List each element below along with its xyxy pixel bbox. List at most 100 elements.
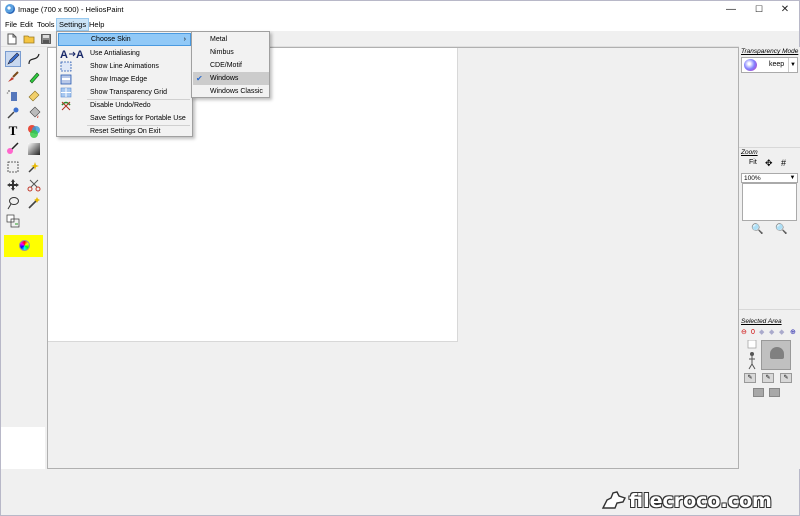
skin-option-nimbus[interactable]: Nimbus	[193, 46, 269, 59]
new-file-icon[interactable]	[6, 33, 18, 45]
remove-selection-icon[interactable]: ⊖	[741, 327, 747, 339]
selection-secondary-buttons	[753, 388, 785, 398]
edit-selection-icon[interactable]: ✎	[744, 373, 756, 383]
fit-zoom-icon[interactable]: Fit	[749, 157, 757, 169]
menu-item-choose-skin[interactable]: Choose Skin ›	[58, 33, 191, 46]
skin-option-label: Nimbus	[210, 49, 234, 56]
selection-count: 0	[751, 329, 755, 336]
divider	[739, 147, 800, 148]
menu-item-show-image-edge[interactable]: Show Image Edge	[58, 73, 191, 86]
pencil-tool-icon[interactable]	[5, 51, 21, 67]
menu-item-disable-undo-redo[interactable]: Disable Undo/Redo	[58, 99, 191, 112]
selection-button[interactable]	[753, 388, 764, 397]
skin-option-label: Windows Classic	[210, 88, 263, 95]
open-folder-icon[interactable]	[23, 33, 35, 45]
settings-menu: Choose Skin › A A Use Antialiasing Show …	[56, 31, 193, 137]
scissors-tool-icon[interactable]	[26, 177, 42, 193]
maximize-button[interactable]: ☐	[745, 1, 773, 18]
eraser-tool-icon[interactable]	[26, 87, 42, 103]
edit-selection-icon[interactable]: ✎	[762, 373, 774, 383]
menu-item-save-settings-portable[interactable]: Save Settings for Portable Use	[58, 112, 191, 125]
color-picker-tool-icon[interactable]	[5, 141, 21, 157]
move-view-icon[interactable]: ✥	[765, 157, 773, 169]
chevron-right-icon: ›	[183, 36, 186, 43]
person-silhouette-icon	[770, 347, 784, 359]
menu-help[interactable]: Help	[87, 18, 106, 31]
chevron-down-icon[interactable]: ▼	[788, 58, 797, 72]
selected-area-label: Selected Area	[741, 318, 782, 325]
selection-button[interactable]	[769, 388, 780, 397]
menu-item-show-transparency-grid[interactable]: Show Transparency Grid	[58, 86, 191, 99]
menu-tools[interactable]: Tools	[35, 18, 57, 31]
selection-action-buttons: ✎ ✎ ✎	[744, 373, 796, 385]
transparency-grid-icon	[60, 87, 72, 98]
menu-file[interactable]: File	[3, 18, 19, 31]
zoom-level-select[interactable]: 100% ▼	[741, 173, 798, 183]
selection-options[interactable]	[747, 339, 757, 370]
highlighter-tool-icon[interactable]	[26, 69, 42, 85]
diamond-icon[interactable]: ◆	[759, 327, 764, 339]
svg-text:A: A	[60, 49, 68, 59]
menu-item-show-line-animations[interactable]: Show Line Animations	[58, 60, 191, 73]
curve-line-tool-icon[interactable]	[26, 51, 42, 67]
zoom-tools: Fit ✥ #	[747, 157, 797, 169]
brush-tool-icon[interactable]	[5, 69, 21, 85]
select-rectangle-tool-icon[interactable]	[5, 159, 21, 175]
zoom-label: Zoom	[741, 149, 758, 156]
spray-can-tool-icon[interactable]	[5, 87, 21, 103]
paint-bucket-tool-icon[interactable]	[26, 105, 42, 121]
menu-item-reset-settings-on-exit[interactable]: Reset Settings On Exit	[58, 125, 191, 138]
skin-option-label: CDE/Motif	[210, 62, 242, 69]
transparency-mode-select[interactable]: keep ▼	[741, 57, 798, 73]
zoom-in-icon[interactable]: 🔍	[751, 224, 763, 236]
skin-option-metal[interactable]: Metal	[193, 33, 269, 46]
menu-settings[interactable]: Settings	[56, 18, 90, 31]
zoom-preview-box[interactable]	[742, 183, 797, 221]
menu-item-label: Show Line Animations	[90, 63, 159, 70]
zoom-level-value: 100%	[744, 175, 761, 182]
watermark-text: filecroco.com	[629, 490, 772, 512]
menu-item-label: Save Settings for Portable Use	[90, 115, 186, 122]
edit-selection-icon[interactable]: ✎	[780, 373, 792, 383]
skin-submenu: Metal Nimbus CDE/Motif ✔ Windows Windows…	[191, 31, 270, 98]
text-tool-icon[interactable]: T	[5, 123, 21, 139]
skin-option-cde-motif[interactable]: CDE/Motif	[193, 59, 269, 72]
menu-bar: File Edit Tools Settings Help	[1, 18, 799, 31]
add-selection-icon[interactable]: ⊕	[790, 327, 796, 339]
lasso-tool-icon[interactable]	[5, 195, 21, 211]
current-color-swatch[interactable]	[4, 235, 43, 257]
magic-fill-tool-icon[interactable]	[26, 159, 42, 175]
move-tool-icon[interactable]	[5, 177, 21, 193]
diamond-icon[interactable]: ◆	[779, 327, 784, 339]
skin-option-label: Metal	[210, 36, 228, 43]
color-wheel-icon[interactable]	[19, 240, 30, 251]
skin-option-windows[interactable]: ✔ Windows	[193, 72, 269, 85]
skin-option-label: Windows	[210, 75, 239, 82]
selection-preview[interactable]	[761, 340, 791, 370]
zoom-out-icon[interactable]: 🔍	[775, 224, 787, 236]
save-disk-icon[interactable]	[40, 33, 52, 45]
gradient-tool-icon[interactable]	[26, 141, 42, 157]
menu-item-use-antialiasing[interactable]: A A Use Antialiasing	[58, 47, 191, 60]
grid-icon[interactable]: #	[781, 157, 786, 169]
skin-option-windows-classic[interactable]: Windows Classic	[193, 85, 269, 98]
magic-wand-tool-icon[interactable]	[26, 195, 42, 211]
heliospaint-app-icon	[5, 4, 15, 14]
menu-item-label: Disable Undo/Redo	[90, 102, 151, 109]
eyedropper-tool-icon[interactable]	[5, 105, 21, 121]
tool-palette: T	[1, 47, 45, 427]
resize-image-tool-icon[interactable]	[5, 213, 21, 229]
diamond-icon[interactable]: ◆	[769, 327, 774, 339]
chevron-down-icon[interactable]: ▼	[788, 174, 797, 182]
color-replace-tool-icon[interactable]	[26, 123, 42, 139]
left-panel-blank	[1, 427, 45, 469]
divider	[739, 309, 800, 310]
menu-edit[interactable]: Edit	[18, 18, 35, 31]
menu-item-label: Reset Settings On Exit	[90, 128, 161, 135]
image-edge-icon	[60, 74, 72, 85]
close-button[interactable]: ✕	[771, 1, 799, 18]
watermark: filecroco.com	[601, 487, 772, 512]
menu-item-label: Show Image Edge	[90, 76, 148, 83]
minimize-button[interactable]: —	[717, 1, 745, 18]
app-window: Image (700 x 500) - HeliosPaint — ☐ ✕ Fi…	[0, 0, 800, 516]
